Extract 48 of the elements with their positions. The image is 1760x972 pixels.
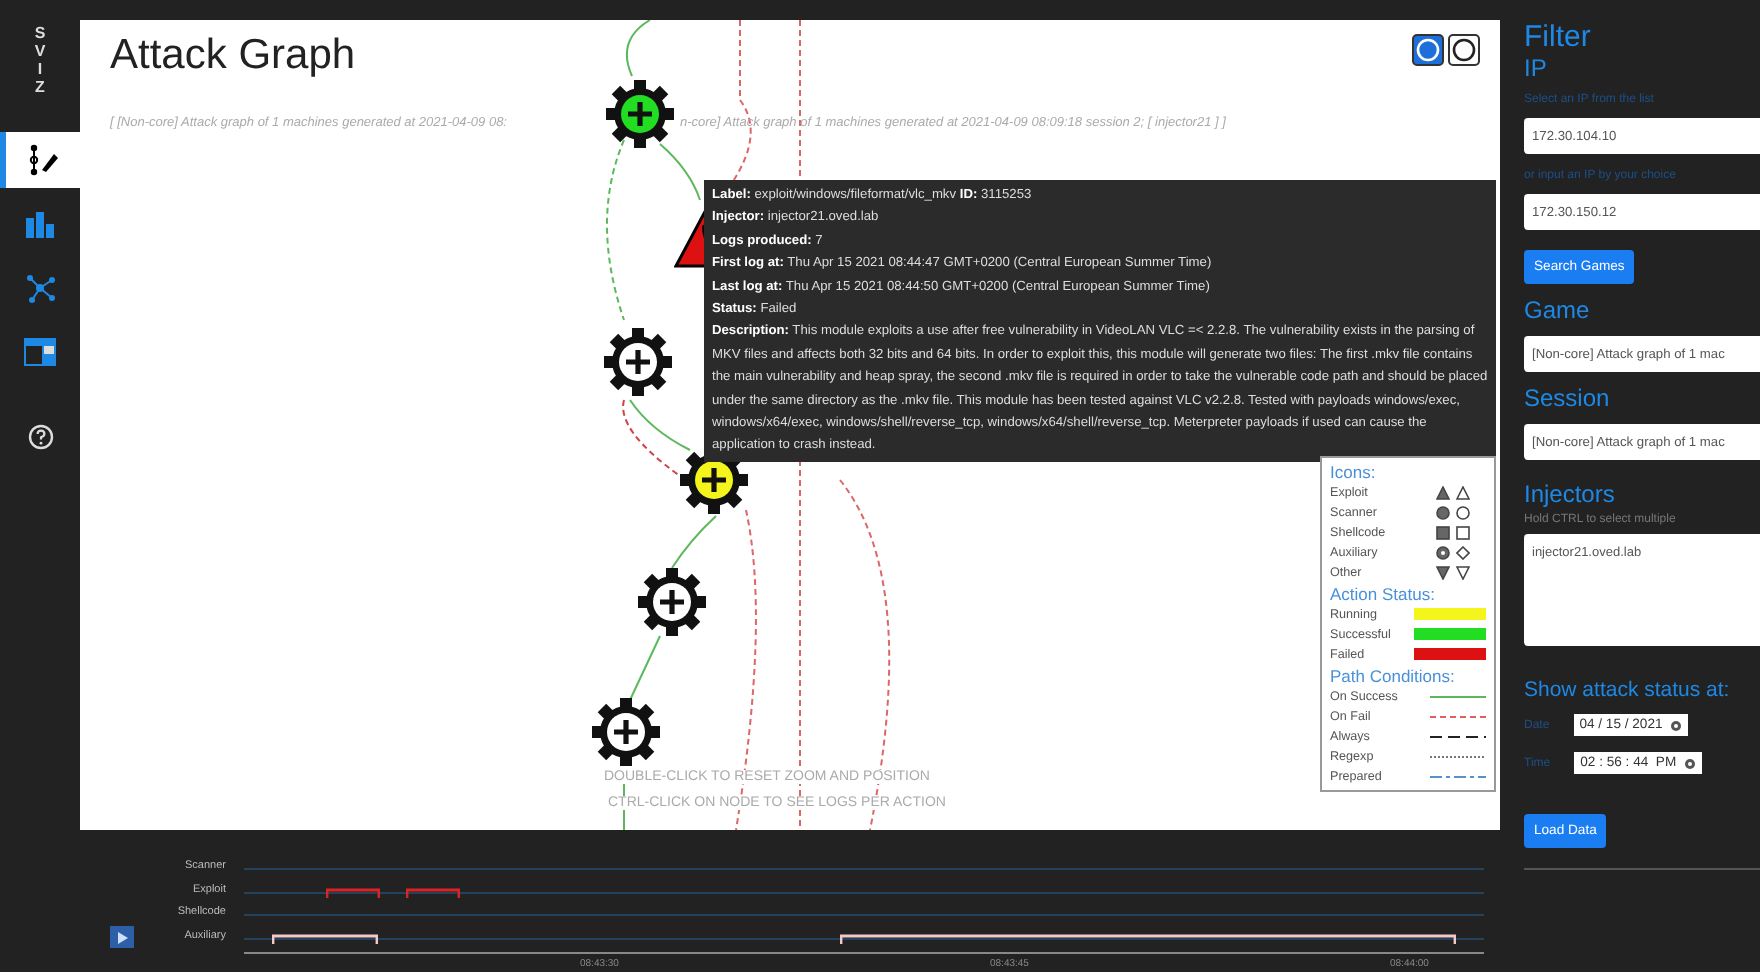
logo-letter: I — [37, 60, 43, 78]
outline-diamond-icon — [1456, 546, 1470, 561]
line-style-sample — [1430, 773, 1486, 780]
legend-heading: Action Status: — [1330, 583, 1437, 604]
line-style-sample — [1430, 753, 1486, 760]
outline-triangle-icon — [1456, 485, 1470, 500]
play-icon — [116, 931, 128, 943]
filled-square-icon — [1436, 525, 1450, 540]
line-style-sample — [1430, 713, 1486, 720]
network-icon — [24, 272, 56, 304]
table-icon — [24, 338, 56, 366]
gear-node[interactable] — [604, 328, 672, 396]
outline-square-icon — [1456, 525, 1470, 540]
timeline-bar — [406, 888, 460, 898]
outline-down-triangle-icon — [1456, 566, 1470, 581]
logo-letter: V — [34, 42, 46, 60]
filter-heading: Filter — [1524, 20, 1591, 54]
section-heading: Game — [1524, 296, 1590, 324]
line-style-sample — [1430, 693, 1486, 700]
timeline-bar — [272, 934, 378, 944]
outline-circle-icon — [1456, 505, 1470, 520]
gear-node[interactable] — [592, 698, 660, 766]
section-heading: IP — [1524, 54, 1547, 82]
logo-letter: Z — [35, 78, 45, 96]
clock-icon[interactable] — [1684, 757, 1696, 769]
gear-node[interactable] — [606, 80, 674, 148]
bar-chart-icon — [24, 210, 56, 238]
section-heading: Show attack status at: — [1524, 678, 1730, 702]
filled-circle-icon — [1436, 505, 1450, 520]
graph-pencil-icon — [27, 144, 59, 176]
filled-triangle-icon — [1436, 485, 1450, 500]
legend-heading: Icons: — [1330, 462, 1378, 482]
line-style-sample — [1430, 733, 1486, 740]
help-icon — [27, 423, 53, 449]
gear-icon — [1436, 546, 1450, 561]
page-title: Attack Graph — [110, 32, 356, 80]
clock-icon[interactable] — [1670, 719, 1683, 731]
legend-heading: Path Conditions: — [1330, 665, 1457, 686]
timeline-bar — [326, 888, 380, 898]
gear-node[interactable] — [638, 568, 706, 636]
view-toggle-button[interactable] — [1448, 34, 1480, 66]
logo-letter: S — [34, 24, 46, 42]
view-toggle-button[interactable] — [1412, 34, 1444, 66]
section-heading: Injectors — [1524, 480, 1615, 508]
section-heading: Session — [1524, 384, 1610, 412]
filled-down-triangle-icon — [1436, 566, 1450, 581]
play-button[interactable] — [110, 926, 134, 948]
nav-button[interactable] — [0, 132, 80, 188]
